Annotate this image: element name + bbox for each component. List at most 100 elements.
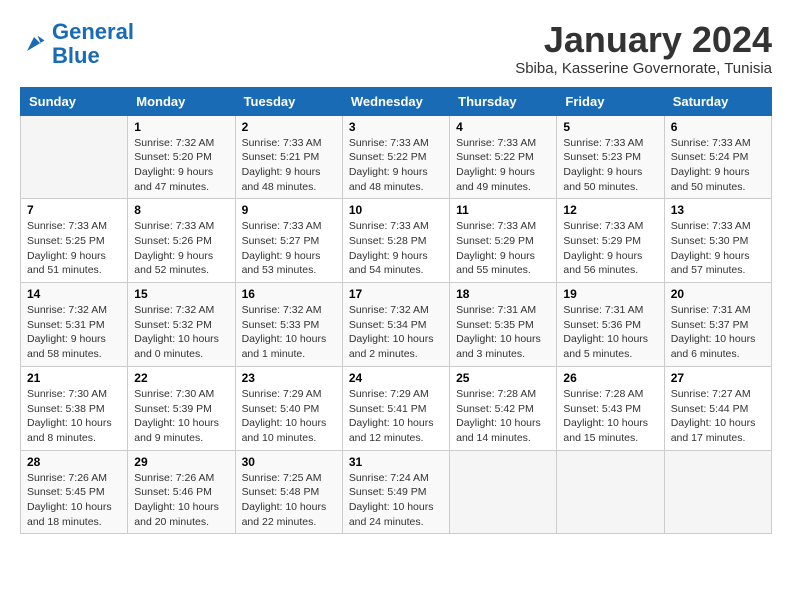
logo-text: GeneralBlue: [52, 20, 134, 68]
day-number: 31: [349, 455, 443, 469]
day-number: 29: [134, 455, 228, 469]
calendar-cell: 22Sunrise: 7:30 AM Sunset: 5:39 PM Dayli…: [128, 366, 235, 450]
day-info: Sunrise: 7:31 AM Sunset: 5:35 PM Dayligh…: [456, 303, 550, 362]
calendar-cell: [450, 450, 557, 534]
calendar-cell: 19 Sunrise: 7:31 AM Sunset: 5:36 PM Dayli…: [557, 283, 664, 367]
day-info: Sunrise: 7:33 AM Sunset: 5:28 PM Dayligh…: [349, 219, 443, 278]
day-info: Sunrise: 7:26 AM Sunset: 5:46 PM Dayligh…: [134, 471, 228, 530]
calendar-cell: [664, 450, 771, 534]
calendar-cell: 21 Sunrise: 7:30 AM Sunset: 5:38 PM Dayli…: [21, 366, 128, 450]
month-title: January 2024: [515, 20, 772, 60]
day-number: 1: [134, 120, 228, 134]
week-row-5: 28 Sunrise: 7:26 AM Sunset: 5:45 PM Dayli…: [21, 450, 772, 534]
calendar-cell: 3 Sunrise: 7:33 AM Sunset: 5:22 PM Daylig…: [342, 115, 449, 199]
day-info: Sunrise: 7:33 AM Sunset: 5:27 PM Dayligh…: [242, 219, 336, 278]
day-info: Sunrise: 7:31 AM Sunset: 5:37 PM Dayligh…: [671, 303, 765, 362]
header-day-monday: Monday: [128, 87, 235, 115]
day-info: Sunrise: 7:33 AM Sunset: 5:25 PM Dayligh…: [27, 219, 121, 278]
day-info: Sunrise: 7:28 AM Sunset: 5:43 PM Dayligh…: [563, 387, 657, 446]
day-info: Sunrise: 7:33 AM Sunset: 5:26 PM Dayligh…: [134, 219, 228, 278]
calendar-cell: 12 Sunrise: 7:33 AM Sunset: 5:29 PM Dayli…: [557, 199, 664, 283]
day-number: 25: [456, 371, 550, 385]
day-info: Sunrise: 7:24 AM Sunset: 5:49 PM Dayligh…: [349, 471, 443, 530]
day-info: Sunrise: 7:33 AM Sunset: 5:23 PM Dayligh…: [563, 136, 657, 195]
day-number: 26: [563, 371, 657, 385]
day-number: 27: [671, 371, 765, 385]
calendar-cell: 24 Sunrise: 7:29 AM Sunset: 5:41 PM Dayli…: [342, 366, 449, 450]
day-info: Sunrise: 7:31 AM Sunset: 5:36 PM Dayligh…: [563, 303, 657, 362]
day-number: 4: [456, 120, 550, 134]
header-day-tuesday: Tuesday: [235, 87, 342, 115]
calendar-cell: 5 Sunrise: 7:33 AM Sunset: 5:23 PM Daylig…: [557, 115, 664, 199]
day-number: 13: [671, 203, 765, 217]
calendar-cell: 14 Sunrise: 7:32 AM Sunset: 5:31 PM Dayli…: [21, 283, 128, 367]
day-number: 9: [242, 203, 336, 217]
day-info: Sunrise: 7:32 AM Sunset: 5:31 PM Dayligh…: [27, 303, 121, 362]
day-info: Sunrise: 7:26 AM Sunset: 5:45 PM Dayligh…: [27, 471, 121, 530]
day-number: 10: [349, 203, 443, 217]
page-header: GeneralBlue January 2024 Sbiba, Kasserin…: [20, 20, 772, 77]
calendar-cell: [21, 115, 128, 199]
day-info: Sunrise: 7:27 AM Sunset: 5:44 PM Dayligh…: [671, 387, 765, 446]
calendar-cell: 18 Sunrise: 7:31 AM Sunset: 5:35 PM Dayli…: [450, 283, 557, 367]
header-day-thursday: Thursday: [450, 87, 557, 115]
day-number: 16: [242, 287, 336, 301]
calendar-cell: 30 Sunrise: 7:25 AM Sunset: 5:48 PM Dayli…: [235, 450, 342, 534]
day-number: 3: [349, 120, 443, 134]
day-number: 18: [456, 287, 550, 301]
calendar-cell: 15 Sunrise: 7:32 AM Sunset: 5:32 PM Dayli…: [128, 283, 235, 367]
calendar-cell: 25 Sunrise: 7:28 AM Sunset: 5:42 PM Dayli…: [450, 366, 557, 450]
day-info: Sunrise: 7:32 AM Sunset: 5:34 PM Dayligh…: [349, 303, 443, 362]
calendar-table: SundayMondayTuesdayWednesdayThursdayFrid…: [20, 87, 772, 535]
day-number: 11: [456, 203, 550, 217]
calendar-cell: 16Sunrise: 7:32 AM Sunset: 5:33 PM Dayli…: [235, 283, 342, 367]
calendar-cell: 7 Sunrise: 7:33 AM Sunset: 5:25 PM Daylig…: [21, 199, 128, 283]
calendar-cell: 31 Sunrise: 7:24 AM Sunset: 5:49 PM Dayli…: [342, 450, 449, 534]
day-info: Sunrise: 7:33 AM Sunset: 5:29 PM Dayligh…: [563, 219, 657, 278]
day-info: Sunrise: 7:25 AM Sunset: 5:48 PM Dayligh…: [242, 471, 336, 530]
header-day-wednesday: Wednesday: [342, 87, 449, 115]
week-row-1: 1Sunrise: 7:32 AM Sunset: 5:20 PM Daylig…: [21, 115, 772, 199]
calendar-cell: 28 Sunrise: 7:26 AM Sunset: 5:45 PM Dayli…: [21, 450, 128, 534]
day-info: Sunrise: 7:33 AM Sunset: 5:22 PM Dayligh…: [349, 136, 443, 195]
header-day-saturday: Saturday: [664, 87, 771, 115]
title-block: January 2024 Sbiba, Kasserine Governorat…: [515, 20, 772, 77]
day-info: Sunrise: 7:33 AM Sunset: 5:22 PM Dayligh…: [456, 136, 550, 195]
day-number: 7: [27, 203, 121, 217]
calendar-cell: 2 Sunrise: 7:33 AM Sunset: 5:21 PM Daylig…: [235, 115, 342, 199]
day-info: Sunrise: 7:33 AM Sunset: 5:24 PM Dayligh…: [671, 136, 765, 195]
calendar-cell: 8 Sunrise: 7:33 AM Sunset: 5:26 PM Daylig…: [128, 199, 235, 283]
day-info: Sunrise: 7:33 AM Sunset: 5:21 PM Dayligh…: [242, 136, 336, 195]
day-info: Sunrise: 7:29 AM Sunset: 5:40 PM Dayligh…: [242, 387, 336, 446]
day-number: 15: [134, 287, 228, 301]
day-info: Sunrise: 7:32 AM Sunset: 5:32 PM Dayligh…: [134, 303, 228, 362]
week-row-2: 7 Sunrise: 7:33 AM Sunset: 5:25 PM Daylig…: [21, 199, 772, 283]
day-number: 23: [242, 371, 336, 385]
calendar-cell: 9 Sunrise: 7:33 AM Sunset: 5:27 PM Daylig…: [235, 199, 342, 283]
day-number: 20: [671, 287, 765, 301]
day-number: 30: [242, 455, 336, 469]
calendar-cell: 26 Sunrise: 7:28 AM Sunset: 5:43 PM Dayli…: [557, 366, 664, 450]
day-info: Sunrise: 7:28 AM Sunset: 5:42 PM Dayligh…: [456, 387, 550, 446]
day-number: 5: [563, 120, 657, 134]
calendar-body: 1Sunrise: 7:32 AM Sunset: 5:20 PM Daylig…: [21, 115, 772, 534]
calendar-cell: [557, 450, 664, 534]
day-info: Sunrise: 7:33 AM Sunset: 5:30 PM Dayligh…: [671, 219, 765, 278]
logo: GeneralBlue: [20, 20, 134, 68]
calendar-cell: 20 Sunrise: 7:31 AM Sunset: 5:37 PM Dayli…: [664, 283, 771, 367]
day-number: 8: [134, 203, 228, 217]
day-number: 12: [563, 203, 657, 217]
day-number: 22: [134, 371, 228, 385]
day-info: Sunrise: 7:30 AM Sunset: 5:38 PM Dayligh…: [27, 387, 121, 446]
day-number: 24: [349, 371, 443, 385]
day-number: 21: [27, 371, 121, 385]
day-number: 19: [563, 287, 657, 301]
day-info: Sunrise: 7:29 AM Sunset: 5:41 PM Dayligh…: [349, 387, 443, 446]
calendar-cell: 10 Sunrise: 7:33 AM Sunset: 5:28 PM Dayli…: [342, 199, 449, 283]
week-row-3: 14 Sunrise: 7:32 AM Sunset: 5:31 PM Dayli…: [21, 283, 772, 367]
calendar-cell: 6Sunrise: 7:33 AM Sunset: 5:24 PM Daylig…: [664, 115, 771, 199]
day-number: 14: [27, 287, 121, 301]
day-number: 28: [27, 455, 121, 469]
header-day-friday: Friday: [557, 87, 664, 115]
day-number: 2: [242, 120, 336, 134]
